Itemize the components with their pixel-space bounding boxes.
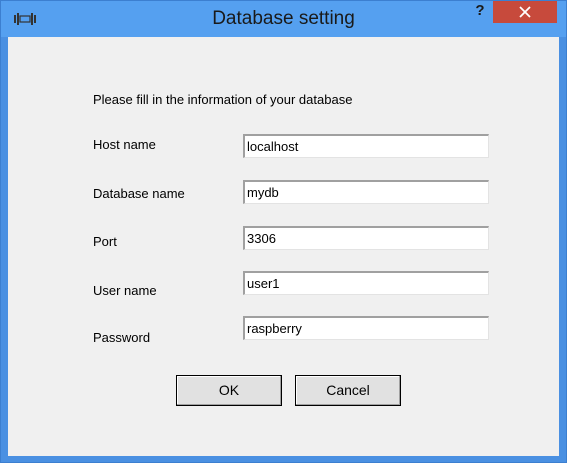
database-name-input[interactable] — [243, 180, 489, 204]
title-bar[interactable]: Database setting ? — [1, 1, 566, 37]
user-name-input[interactable] — [243, 271, 489, 295]
host-name-label: Host name — [93, 137, 156, 152]
close-icon — [519, 6, 531, 18]
dialog-body: Please fill in the information of your d… — [8, 37, 559, 456]
intro-text: Please fill in the information of your d… — [93, 92, 353, 107]
close-button[interactable] — [493, 1, 557, 23]
dialog-window: Database setting ? Please fill in the in… — [0, 0, 567, 463]
cancel-button[interactable]: Cancel — [295, 375, 401, 406]
port-input[interactable] — [243, 226, 489, 250]
database-name-label: Database name — [93, 186, 185, 201]
user-name-label: User name — [93, 283, 157, 298]
help-icon[interactable]: ? — [467, 1, 493, 23]
password-label: Password — [93, 330, 151, 345]
password-input[interactable] — [243, 316, 489, 340]
host-name-input[interactable] — [243, 134, 489, 158]
port-label: Port — [93, 234, 117, 249]
ok-button[interactable]: OK — [176, 375, 282, 406]
